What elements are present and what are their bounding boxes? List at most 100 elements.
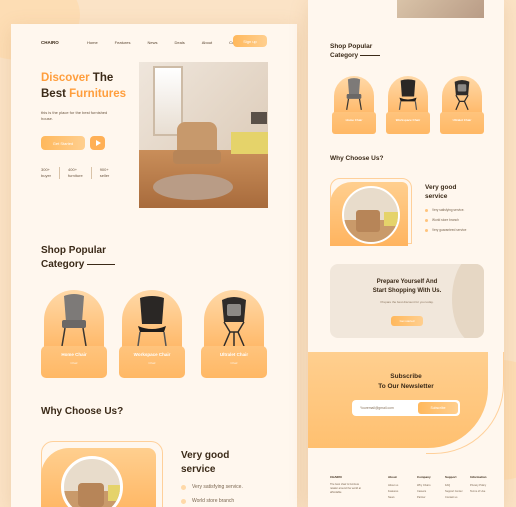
why-panel-title-1: Very good (425, 184, 457, 191)
logo[interactable]: CHAIRO (41, 40, 59, 45)
prepare-title-1: Prepare Yourself And (376, 279, 438, 285)
category-title: Shop Popular Category (41, 244, 116, 272)
footer-brand: CHAIRO The best chair & furniture retail… (330, 474, 364, 495)
footer-logo[interactable]: CHAIRO (330, 474, 364, 480)
prepare-title: Prepare Yourself And Start Shopping With… (330, 278, 484, 296)
why-panel-title-2: service (425, 193, 448, 200)
hero-title: Discover The Best Furnitures (41, 70, 126, 102)
why-bullet-3: Very guaranteed service (425, 228, 466, 232)
landing-page-desktop: CHAIRO Home Features News Deals About Co… (11, 24, 297, 507)
why-bullet-1: Very satisfying service. (425, 208, 464, 212)
footer-col-head: Information (470, 475, 487, 479)
why-bullet-2: World store branch (425, 218, 459, 222)
hero-title-highlight-1: Discover (41, 72, 90, 84)
bullet-dot-icon (425, 218, 428, 222)
card-label: Ultralet Chair (219, 352, 249, 357)
signup-button[interactable]: Sign up (233, 35, 267, 47)
hero-title-rest-1: The (92, 72, 114, 84)
play-icon (95, 140, 101, 146)
category-card-workspace-chair[interactable]: Workspace Chair Chair (119, 290, 185, 378)
footer-col-head: Company (417, 475, 431, 479)
footer-link[interactable]: Partner (417, 495, 431, 501)
bullet-dot-icon (181, 484, 186, 490)
title-underline (87, 263, 116, 265)
why-panel-title: Very good service (181, 449, 229, 477)
prepare-subtitle: Prepare the best discount for you today. (380, 300, 434, 304)
tv-illustration (251, 112, 267, 124)
category-title: Shop Popular Category (330, 42, 381, 60)
stat-seller: 900+ seller (100, 167, 118, 179)
category-card-home-chair[interactable]: Home Chair (332, 76, 376, 134)
bullet-dot-icon (425, 228, 428, 232)
footer-col-head: About (388, 475, 397, 479)
card-label: Home Chair (345, 118, 363, 122)
footer-link[interactable]: Contact us (445, 495, 463, 501)
armchair-seat-illustration (173, 150, 221, 164)
bullet-text: Very satisfying service. (192, 484, 243, 490)
rug-illustration (153, 174, 233, 200)
top-nav: CHAIRO Home Features News Deals About Co… (11, 34, 297, 50)
cabinet-illustration (231, 132, 268, 154)
category-card-ultralet-chair[interactable]: Ultralet Chair (440, 76, 484, 134)
category-title-line2: Category (330, 52, 359, 59)
bullet-text: World store branch (432, 218, 459, 222)
chair-eames-icon (454, 79, 470, 111)
subscribe-title-2: To Our Newsletter (378, 383, 434, 390)
hero-stats: 300+ buyer 400+ furniture 900+ seller (41, 167, 125, 179)
subscribe-form: Youremail@gmail.com Subscribe (352, 400, 460, 416)
stat-label: buyer (41, 173, 52, 178)
bullet-dot-icon (425, 208, 428, 212)
chair-black-icon (398, 79, 418, 110)
category-title-line2: Category (41, 259, 85, 270)
card-sub: Chair (70, 361, 78, 365)
bullet-text: Very satisfying service. (432, 208, 465, 212)
prepare-banner: Prepare Yourself And Start Shopping With… (330, 264, 484, 338)
card-base (386, 112, 430, 134)
card-label: Workspace Chair (395, 118, 421, 122)
hero-subtitle: this is the place for the best furnished… (41, 110, 108, 121)
footer-col-support: Support FAQ Support Center Contact us (445, 474, 463, 501)
why-choose-title: Why Choose Us? (330, 155, 384, 162)
nav-link-home[interactable]: Home (87, 40, 98, 45)
stat-label: furniture (68, 173, 83, 178)
landing-page-continued: Shop Popular Category Home Chair Workspa… (308, 0, 504, 507)
bullet-text: Very guaranteed service (432, 228, 467, 232)
nav-link-news[interactable]: News (147, 40, 157, 45)
hero-image (139, 62, 268, 208)
prepare-get-started-button[interactable]: Get started (391, 316, 423, 326)
footer-link[interactable]: News (388, 495, 398, 501)
get-started-button[interactable]: Get Started (41, 136, 85, 150)
why-panel-title-2: service (181, 464, 216, 475)
title-underline (360, 54, 381, 56)
play-video-button[interactable] (90, 136, 105, 150)
email-input[interactable]: Youremail@gmail.com (352, 406, 418, 410)
bullet-text: World store branch (192, 498, 235, 504)
subscribe-title: Subscribe To Our Newsletter (308, 372, 504, 392)
footer-link[interactable]: Terms of Use (470, 489, 487, 495)
category-card-home-chair[interactable]: Home Chair Chair (41, 290, 107, 378)
subscribe-button[interactable]: Subscribe (418, 402, 458, 414)
footer-col-about: About About us Features News (388, 474, 398, 501)
chair-gray-icon (61, 294, 87, 347)
footer-brand-desc: The best chair & furniture retailer arou… (330, 483, 361, 494)
subscribe-panel: Subscribe To Our Newsletter Youremail@gm… (308, 352, 488, 448)
chair-black-icon (137, 296, 167, 347)
nav-link-about[interactable]: About (202, 40, 212, 45)
stat-buyer: 300+ buyer (41, 167, 61, 179)
card-sub: Chair (230, 361, 238, 365)
chair-gray-icon (346, 78, 362, 110)
card-label: Ultralet Chair (452, 118, 472, 122)
category-card-workspace-chair[interactable]: Workspace Chair (386, 76, 430, 134)
category-title-line1: Shop Popular (330, 43, 373, 50)
hero-title-line2-plain: Best (41, 88, 66, 100)
footer-col-company: Company Why Chairo Careers Partner (417, 474, 431, 501)
category-card-ultralet-chair[interactable]: Ultralet Chair Chair (201, 290, 267, 378)
nav-link-features[interactable]: Features (115, 40, 131, 45)
footer-col-information: Information Privacy Policy Terms of Use (470, 474, 487, 495)
why-panel-title-1: Very good (181, 450, 230, 461)
card-base (440, 112, 484, 134)
nav-link-deals[interactable]: Deals (174, 40, 184, 45)
why-choose-title: Why Choose Us? (41, 406, 124, 417)
card-base (332, 112, 376, 134)
why-image (342, 186, 400, 244)
